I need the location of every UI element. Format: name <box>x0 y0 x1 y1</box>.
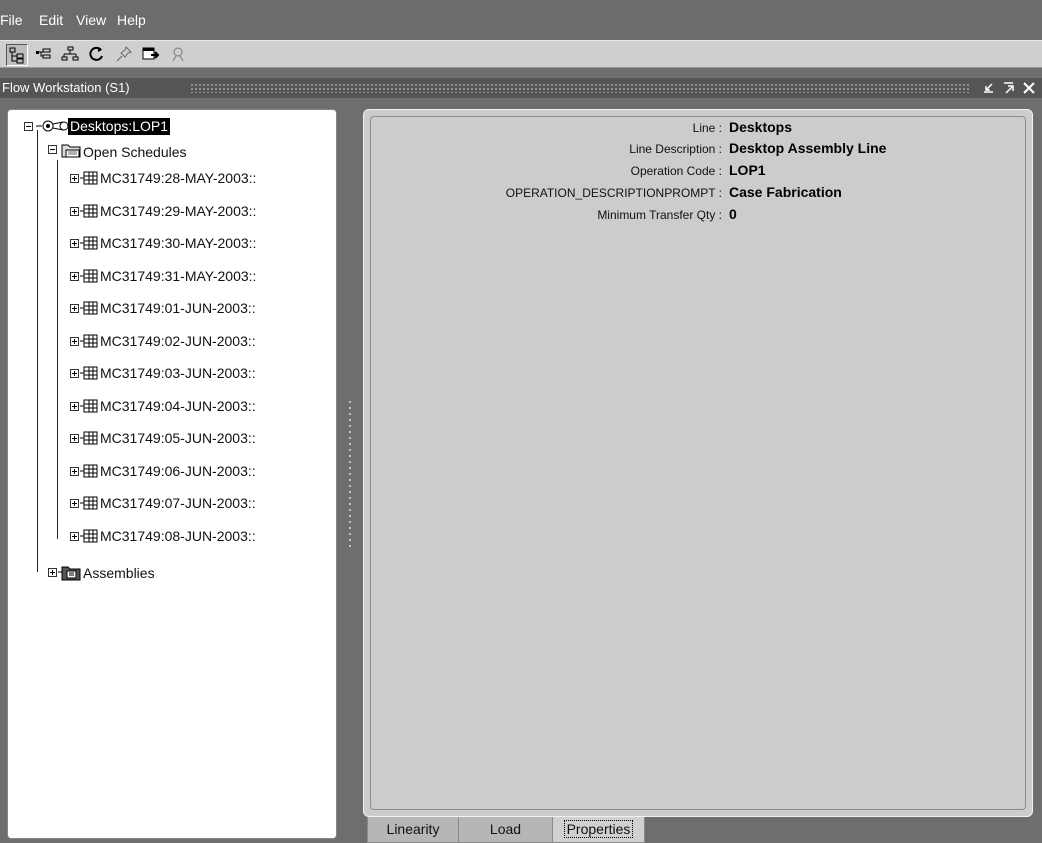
schedule-expander[interactable] <box>70 532 79 541</box>
open-schedules-expander[interactable] <box>48 145 57 154</box>
property-row-minimum-transfer-qty: Minimum Transfer Qty : 0 <box>364 206 1034 226</box>
maximize-icon[interactable] <box>1000 79 1018 97</box>
tree-node-schedule[interactable]: MC31749:06-JUN-2003:: <box>100 463 256 480</box>
tree-node-open-schedules[interactable]: Open Schedules <box>83 144 187 161</box>
schedule-grid-icon <box>80 203 98 224</box>
navigator-tree[interactable]: Desktops:LOP1 Open Schedules MC31749:28-… <box>7 109 337 839</box>
tree-node-schedule[interactable]: MC31749:07-JUN-2003:: <box>100 495 256 512</box>
property-label: Line : <box>692 121 722 135</box>
menu-help[interactable]: Help <box>117 12 146 28</box>
assemblies-expander[interactable] <box>48 568 57 577</box>
schedule-grid-icon <box>80 300 98 321</box>
tree-node-schedule[interactable]: MC31749:05-JUN-2003:: <box>100 430 256 447</box>
tree-node-schedule[interactable]: MC31749:31-MAY-2003:: <box>100 268 256 285</box>
schedule-grid-icon <box>80 398 98 419</box>
tree-node-assemblies[interactable]: Assemblies <box>83 565 155 582</box>
dispatch-icon[interactable] <box>141 44 163 66</box>
tab-label: Load <box>489 821 522 837</box>
schedule-grid-icon <box>80 268 98 289</box>
close-icon[interactable] <box>1020 79 1038 97</box>
tree-node-schedule[interactable]: MC31749:30-MAY-2003:: <box>100 235 256 252</box>
tree-connector <box>57 160 58 539</box>
pin-icon[interactable] <box>114 44 136 66</box>
schedule-expander[interactable] <box>70 467 79 476</box>
menu-view[interactable]: View <box>76 12 106 28</box>
tree-node-schedule[interactable]: MC31749:04-JUN-2003:: <box>100 398 256 415</box>
schedule-grid-icon <box>80 170 98 191</box>
window-title: Flow Workstation (S1) <box>2 80 130 95</box>
tab-load[interactable]: Load <box>458 817 553 843</box>
property-label: OPERATION_DESCRIPTIONPROMPT : <box>505 186 722 200</box>
schedule-expander[interactable] <box>70 337 79 346</box>
schedule-expander[interactable] <box>70 174 79 183</box>
tab-linearity[interactable]: Linearity <box>367 817 459 843</box>
tree-view-icon[interactable] <box>6 44 28 66</box>
property-value: Desktop Assembly Line <box>729 140 887 156</box>
toolbar <box>0 40 1042 68</box>
folder-open-icon <box>60 140 82 165</box>
tree-connector <box>37 130 38 572</box>
tree-node-schedule[interactable]: MC31749:01-JUN-2003:: <box>100 300 256 317</box>
schedule-grid-icon <box>80 463 98 484</box>
property-row-line-description: Line Description : Desktop Assembly Line <box>364 140 1034 160</box>
menu-bar: File Edit View Help <box>0 0 1042 40</box>
tab-strip: Linearity Load Properties <box>367 817 1037 843</box>
window-title-bar: Flow Workstation (S1) <box>0 78 1042 98</box>
schedule-grid-icon <box>80 235 98 256</box>
splitter-grip <box>349 399 351 549</box>
property-value: LOP1 <box>729 162 766 178</box>
tab-label: Linearity <box>386 821 440 837</box>
schedule-expander[interactable] <box>70 304 79 313</box>
hierarchy-icon[interactable] <box>60 44 82 66</box>
property-value: 0 <box>729 206 737 222</box>
schedule-expander[interactable] <box>70 499 79 508</box>
schedule-grid-icon <box>80 333 98 354</box>
property-row-operation-code: Operation Code : LOP1 <box>364 162 1034 182</box>
tree-node-schedule[interactable]: MC31749:08-JUN-2003:: <box>100 528 256 545</box>
root-expander[interactable] <box>24 122 33 131</box>
schedule-expander[interactable] <box>70 272 79 281</box>
schedule-expander[interactable] <box>70 434 79 443</box>
line-node-icon <box>36 118 70 139</box>
pane-splitter[interactable] <box>340 109 360 839</box>
schedule-grid-icon <box>80 528 98 549</box>
tree-node-schedule[interactable]: MC31749:28-MAY-2003:: <box>100 170 256 187</box>
property-row-operation-description: OPERATION_DESCRIPTIONPROMPT : Case Fabri… <box>364 184 1034 204</box>
tree-node-schedule[interactable]: MC31749:29-MAY-2003:: <box>100 203 256 220</box>
menu-edit[interactable]: Edit <box>39 12 63 28</box>
schedule-grid-icon <box>80 365 98 386</box>
expand-branch-icon[interactable] <box>33 44 55 66</box>
schedule-grid-icon <box>80 430 98 451</box>
property-label: Line Description : <box>629 142 722 156</box>
property-value: Desktops <box>729 119 793 135</box>
search-person-icon[interactable] <box>168 44 190 66</box>
tree-node-schedule[interactable]: MC31749:02-JUN-2003:: <box>100 333 256 350</box>
tree-node-root[interactable]: Desktops:LOP1 <box>68 118 171 135</box>
schedule-expander[interactable] <box>70 369 79 378</box>
assemblies-folder-icon <box>58 562 82 587</box>
property-label: Minimum Transfer Qty : <box>597 208 722 222</box>
menu-file[interactable]: File <box>0 12 23 28</box>
title-bar-grip <box>190 83 970 93</box>
property-row-line: Line : Desktops <box>364 119 1034 139</box>
minimize-icon[interactable] <box>980 79 998 97</box>
refresh-icon[interactable] <box>87 44 109 66</box>
schedule-expander[interactable] <box>70 207 79 216</box>
schedule-expander[interactable] <box>70 402 79 411</box>
property-value: Case Fabrication <box>729 184 842 200</box>
tab-properties[interactable]: Properties <box>552 817 645 843</box>
property-label: Operation Code : <box>630 164 722 178</box>
tab-label: Properties <box>563 820 634 838</box>
schedule-grid-icon <box>80 495 98 516</box>
properties-panel: Line : Desktops Line Description : Deskt… <box>363 109 1033 817</box>
schedule-expander[interactable] <box>70 239 79 248</box>
tree-node-schedule[interactable]: MC31749:03-JUN-2003:: <box>100 365 256 382</box>
